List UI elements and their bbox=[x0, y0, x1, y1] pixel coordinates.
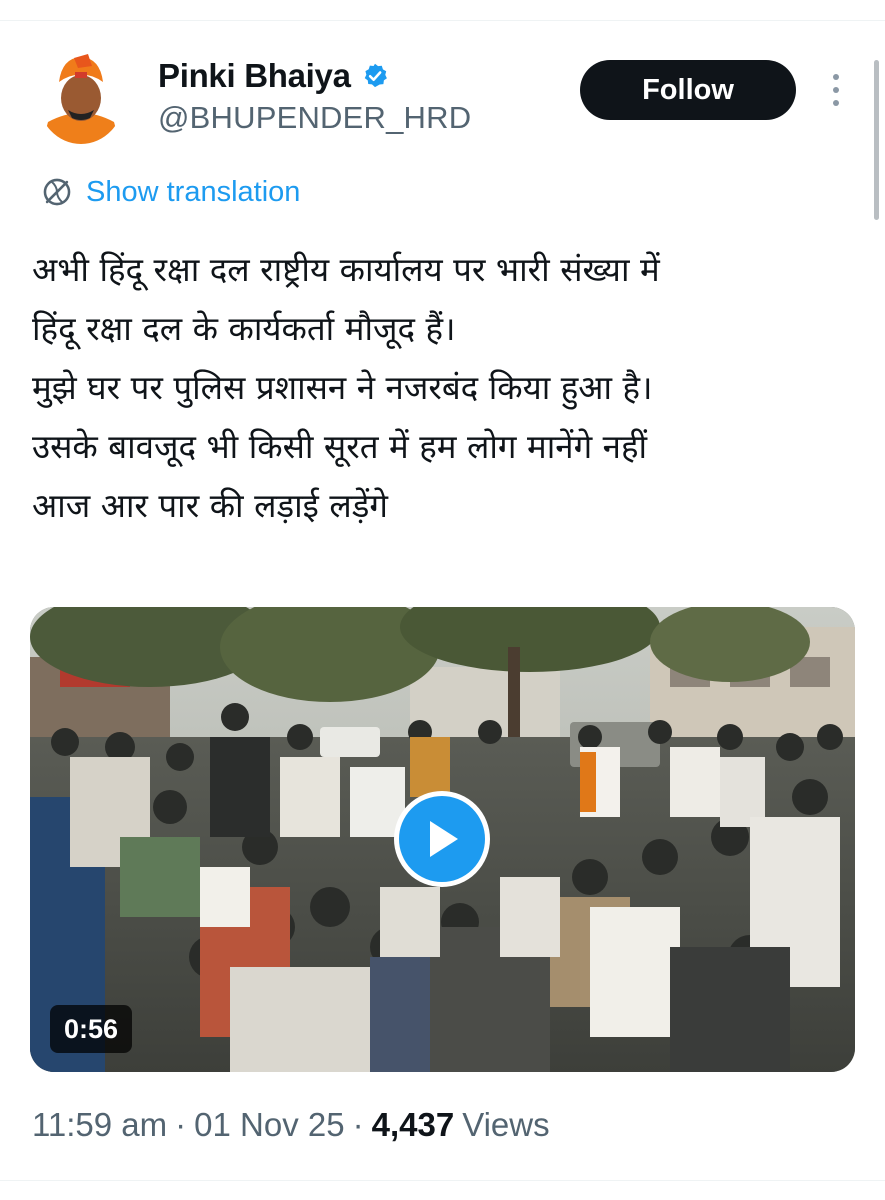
tweet-text-line: आज आर पार की लड़ाई लड़ेंगे bbox=[32, 486, 388, 525]
meta-separator: · bbox=[352, 1106, 364, 1143]
author-display-name-row[interactable]: Pinki Bhaiya bbox=[158, 56, 471, 96]
author-info: Pinki Bhaiya @BHUPENDER_HRD bbox=[158, 56, 471, 136]
tweet-text: अभी हिंदू रक्षा दल राष्ट्रीय कार्यालय पर… bbox=[32, 240, 852, 535]
more-dot bbox=[833, 100, 839, 106]
more-vertical-icon[interactable] bbox=[824, 70, 848, 110]
translate-globe-icon bbox=[43, 178, 71, 206]
views-count[interactable]: 4,437 bbox=[372, 1106, 455, 1144]
author-display-name[interactable]: Pinki Bhaiya bbox=[158, 57, 351, 95]
tweet-text-line: अभी हिंदू रक्षा दल राष्ट्रीय कार्यालय पर… bbox=[32, 250, 660, 289]
play-icon bbox=[430, 821, 458, 857]
tweet-header: Pinki Bhaiya @BHUPENDER_HRD Follow bbox=[30, 48, 850, 158]
author-handle[interactable]: @BHUPENDER_HRD bbox=[158, 100, 471, 136]
play-button[interactable] bbox=[394, 791, 490, 887]
verified-badge-icon bbox=[364, 63, 387, 88]
tweet-text-line: हिंदू रक्षा दल के कार्यकर्ता मौजूद हैं। bbox=[32, 309, 456, 348]
video-duration-badge: 0:56 bbox=[50, 1005, 133, 1053]
scrollbar[interactable] bbox=[871, 20, 885, 1200]
tweet-time[interactable]: 11:59 am bbox=[32, 1106, 167, 1144]
bottom-divider bbox=[0, 1180, 885, 1181]
tweet-meta: 11:59 am · 01 Nov 25 · 4,437 Views bbox=[32, 1106, 550, 1144]
meta-separator: · bbox=[175, 1106, 187, 1143]
top-divider bbox=[0, 20, 885, 21]
follow-button[interactable]: Follow bbox=[580, 60, 796, 120]
tweet-text-line: उसके बावजूद भी किसी सूरत में हम लोग माने… bbox=[32, 427, 648, 466]
views-label[interactable]: Views bbox=[462, 1106, 549, 1144]
more-dot bbox=[833, 74, 839, 80]
show-translation-link[interactable]: Show translation bbox=[40, 172, 300, 212]
tweet-page: Pinki Bhaiya @BHUPENDER_HRD Follow Show … bbox=[0, 0, 885, 1200]
video-player[interactable]: 0:56 bbox=[30, 607, 855, 1072]
avatar[interactable] bbox=[38, 52, 124, 144]
tweet-date[interactable]: 01 Nov 25 bbox=[194, 1106, 344, 1144]
tweet-text-line: मुझे घर पर पुलिस प्रशासन ने नजरबंद किया … bbox=[32, 368, 653, 407]
more-dot bbox=[833, 87, 839, 93]
show-translation-label[interactable]: Show translation bbox=[86, 176, 300, 209]
scrollbar-thumb[interactable] bbox=[874, 60, 879, 220]
